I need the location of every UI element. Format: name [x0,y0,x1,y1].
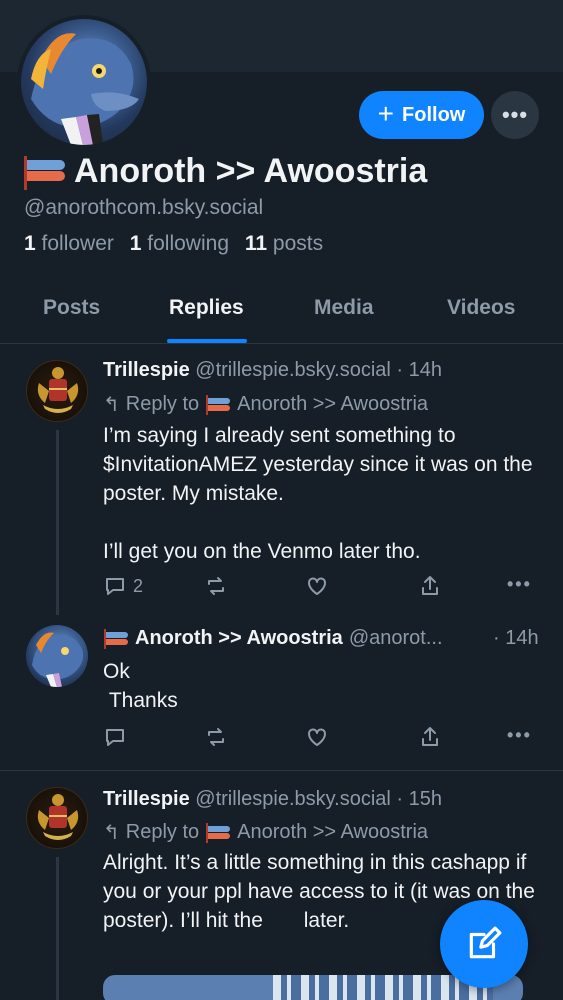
tab-videos[interactable]: Videos [447,296,515,320]
flag-emoji-icon [103,628,129,650]
profile-display-name: Anoroth >> Awoostria [22,152,427,191]
comment-icon [106,578,124,595]
profile-stats: 1 follower 1 following 11 posts [24,232,323,256]
reply-button[interactable] [103,725,127,749]
post-more-button[interactable]: ••• [507,725,532,746]
posts-count: 11 [244,232,268,255]
repost-icon [208,577,224,595]
coat-of-arms-icon [37,794,79,840]
repost-button[interactable] [204,574,228,598]
post-time: · 14h [493,627,539,649]
flag-emoji-icon [22,154,66,190]
post-author[interactable]: Trillespie [103,788,190,810]
dragon-avatar-art [31,33,139,145]
post-time: · 15h [396,788,442,810]
like-button[interactable] [305,725,329,749]
post-header: Anoroth >> Awoostria @anorot... [103,627,443,650]
heart-icon [308,577,326,595]
post-author[interactable]: Anoroth >> Awoostria [135,627,343,650]
post-header: Trillespie @trillespie.bsky.social · 15h [103,788,442,811]
reply-to-name[interactable]: Anoroth >> Awoostria [237,393,428,416]
tab-posts[interactable]: Posts [43,296,100,320]
tab-media[interactable]: Media [314,296,374,320]
post-handle[interactable]: @anorot... [349,627,443,650]
post-time: · 14h [396,359,442,381]
post-text: I’m saying I already sent something to $… [103,424,533,563]
coat-of-arms-icon [37,367,79,413]
active-tab-indicator [167,339,247,343]
display-name-text: Anoroth >> Awoostria [74,152,428,190]
flag-emoji-icon [205,822,231,844]
reply-to-prefix: Reply to [125,821,200,843]
posts-label: posts [272,232,324,255]
comment-icon [106,729,124,746]
feed-post[interactable]: Anoroth >> Awoostria @anorot... · 14h Ok… [0,615,563,770]
author-avatar[interactable] [26,625,88,687]
post-actions: 2 ••• [103,574,543,604]
reply-arrow-icon: ↰ [103,822,120,844]
post-text: Ok Thanks [103,660,178,712]
thread-line [56,857,59,1000]
repost-icon [208,728,224,746]
profile-avatar[interactable] [17,15,151,149]
share-button[interactable] [418,725,442,749]
dragon-avatar-art [32,632,84,687]
post-author[interactable]: Trillespie [103,359,190,381]
share-button[interactable] [418,574,442,598]
profile-tabs: Posts Replies Media Videos [0,286,563,344]
reply-to-line[interactable]: ↰ Reply to Anoroth >> Awoostria [103,820,428,845]
ellipsis-icon: ••• [501,102,529,127]
plus-icon: + [377,98,395,129]
thread-line [56,430,59,615]
post-actions: ••• [103,725,543,755]
flag-emoji-icon [205,394,231,416]
followers-label[interactable]: follower [42,232,114,255]
reply-to-name[interactable]: Anoroth >> Awoostria [237,821,428,844]
more-options-button[interactable]: ••• [491,91,539,139]
author-avatar[interactable] [26,360,88,422]
feed-post[interactable]: Trillespie @trillespie.bsky.social · 14h… [0,345,563,615]
post-handle[interactable]: @trillespie.bsky.social [195,359,391,381]
share-icon [422,576,438,595]
post-header: Trillespie @trillespie.bsky.social · 14h [103,359,442,382]
reply-button[interactable]: 2 [103,574,143,598]
reply-count: 2 [133,575,144,596]
follow-label: Follow [402,103,466,126]
author-avatar[interactable] [26,787,88,849]
post-handle[interactable]: @trillespie.bsky.social [195,788,391,810]
heart-icon [308,728,326,746]
compose-icon [469,926,502,959]
following-label[interactable]: following [147,232,229,255]
reply-to-prefix: Reply to [125,393,200,415]
post-more-button[interactable]: ••• [507,574,532,595]
share-icon [422,727,438,746]
reply-to-line[interactable]: ↰ Reply to Anoroth >> Awoostria [103,392,428,417]
profile-handle: @anorothcom.bsky.social [24,196,264,219]
ellipsis-icon: ••• [507,725,532,745]
tab-replies[interactable]: Replies [169,296,244,320]
compose-button[interactable] [440,900,528,988]
following-count[interactable]: 1 [130,232,142,255]
followers-count[interactable]: 1 [24,232,36,255]
like-button[interactable] [305,574,329,598]
follow-button[interactable]: + Follow [359,91,484,139]
repost-button[interactable] [204,725,228,749]
ellipsis-icon: ••• [507,574,532,594]
reply-arrow-icon: ↰ [103,394,120,416]
